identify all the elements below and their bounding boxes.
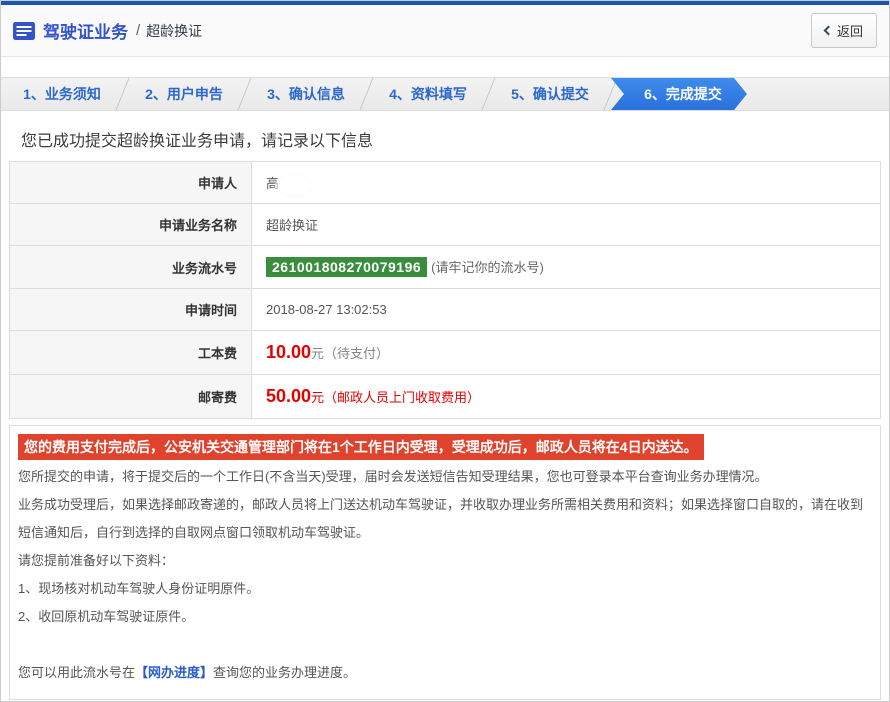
online-progress-link[interactable]: 【网办进度】 — [135, 665, 213, 680]
application-info-table: 申请人 高 申请业务名称 超龄换证 业务流水号 2610018082700791… — [9, 161, 881, 419]
step-2-user-declaration: 2、用户申告 — [123, 78, 245, 110]
step-1-business-notice: 1、业务须知 — [1, 78, 123, 110]
header-back-label: 返回 — [837, 21, 863, 40]
step-3-confirm-info: 3、确认信息 — [245, 78, 367, 110]
step-label: 5、确认提交 — [511, 84, 589, 104]
serial-number-badge: 261001808270079196 — [266, 257, 427, 277]
row-label: 业务流水号 — [10, 246, 252, 289]
serial-number-note: (请牢记你的流水号) — [431, 260, 544, 275]
table-row-postage-fee: 邮寄费 50.00元（邮政人员上门收取费用） — [10, 375, 881, 419]
progress-query-line: 您可以用此流水号在【网办进度】查询您的业务办理进度。 — [18, 659, 872, 687]
production-fee-amount: 10.00 — [266, 342, 311, 362]
page-title: 驾驶证业务 — [43, 18, 128, 43]
breadcrumb-current: 超龄换证 — [146, 21, 202, 41]
production-fee-note: 元（待支付） — [311, 346, 389, 361]
postage-fee-note: 元（邮政人员上门收取费用） — [311, 390, 480, 405]
header-back-button[interactable]: 返回 — [811, 13, 877, 48]
row-label: 申请人 — [10, 162, 252, 204]
redaction-blur — [274, 173, 314, 197]
notice-paragraph-2: 业务成功受理后，如果选择邮政寄递的，邮政人员将上门送达机动车驾驶证，并收取办理业… — [18, 491, 872, 547]
table-row-apply-time: 申请时间 2018-08-27 13:02:53 — [10, 289, 881, 331]
success-message: 您已成功提交超龄换证业务申请，请记录以下信息 — [21, 127, 889, 151]
list-icon — [13, 22, 35, 40]
progress-prefix: 您可以用此流水号在 — [18, 665, 135, 680]
step-6-complete-submit-active: 6、完成提交 — [611, 78, 747, 110]
table-row-applicant: 申请人 高 — [10, 162, 881, 204]
breadcrumb-separator: / — [136, 22, 140, 39]
chevron-left-icon — [824, 26, 834, 36]
row-label: 申请业务名称 — [10, 204, 252, 246]
postage-fee-amount: 50.00 — [266, 386, 311, 406]
notice-list-item-2: 2、收回原机动车驾驶证原件。 — [18, 603, 872, 631]
step-label: 6、完成提交 — [644, 84, 722, 104]
step-label: 1、业务须知 — [23, 84, 101, 104]
notice-box: 您的费用支付完成后，公安机关交通管理部门将在1个工作日内受理，受理成功后，邮政人… — [9, 425, 881, 700]
header: 驾驶证业务 / 超龄换证 返回 — [1, 5, 889, 57]
table-row-serial-number: 业务流水号 261001808270079196 (请牢记你的流水号) — [10, 246, 881, 289]
page: 驾驶证业务 / 超龄换证 返回 1、业务须知 2、用户申告 3、确认信息 4、资… — [0, 0, 890, 702]
row-label: 邮寄费 — [10, 375, 252, 419]
row-label: 申请时间 — [10, 289, 252, 331]
step-label: 4、资料填写 — [389, 84, 467, 104]
row-label: 工本费 — [10, 331, 252, 375]
notice-paragraph-3: 请您提前准备好以下资料： — [18, 547, 872, 575]
step-4-fill-materials: 4、资料填写 — [367, 78, 489, 110]
notice-paragraph-1: 您所提交的申请，将于提交后的一个工作日(不含当天)受理，届时会发送短信告知受理结… — [18, 463, 872, 491]
step-label: 2、用户申告 — [145, 84, 223, 104]
apply-time-value: 2018-08-27 13:02:53 — [252, 289, 881, 331]
notice-list-item-1: 1、现场核对机动车驾驶人身份证明原件。 — [18, 575, 872, 603]
business-name-value: 超龄换证 — [252, 204, 881, 246]
step-5-confirm-submit: 5、确认提交 — [489, 78, 611, 110]
payment-deadline-banner: 您的费用支付完成后，公安机关交通管理部门将在1个工作日内受理，受理成功后，邮政人… — [18, 434, 704, 460]
step-label: 3、确认信息 — [267, 84, 345, 104]
step-progress-bar: 1、业务须知 2、用户申告 3、确认信息 4、资料填写 5、确认提交 6、完成提… — [1, 77, 889, 111]
progress-suffix: 查询您的业务办理进度。 — [213, 665, 356, 680]
stepbar-filler — [747, 78, 889, 110]
table-row-business-name: 申请业务名称 超龄换证 — [10, 204, 881, 246]
table-row-production-fee: 工本费 10.00元（待支付） — [10, 331, 881, 375]
spacer — [1, 57, 889, 77]
